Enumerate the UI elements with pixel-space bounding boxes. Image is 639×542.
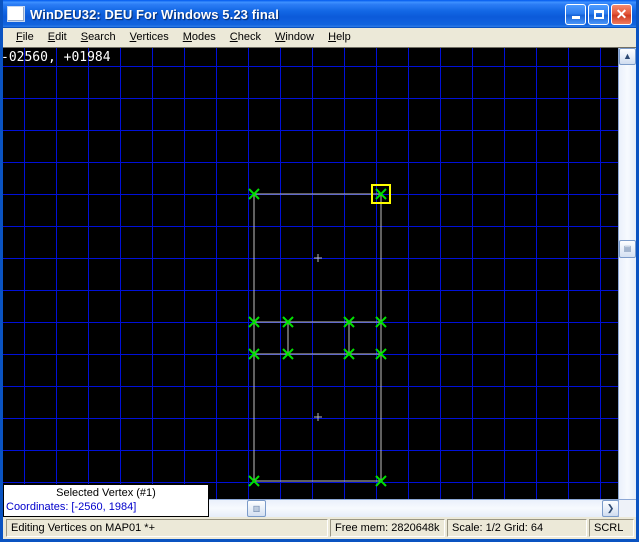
window-title: WinDEU32: DEU For Windows 5.23 final <box>30 6 279 22</box>
map-canvas[interactable]: -02560, +01984 <box>3 48 619 500</box>
application-window: WinDEU32: DEU For Windows 5.23 final ✕ F… <box>0 0 639 542</box>
info-box-coordinates: Coordinates: [-2560, 1984] <box>6 501 137 513</box>
editor-client-area: -02560, +01984 Selected Vertex (#1) Coor… <box>3 47 636 517</box>
scroll-right-button[interactable]: ❯ <box>602 500 619 517</box>
crosshair-icon <box>314 254 322 262</box>
menu-bar: File Edit Search Vertices Modes Check Wi… <box>3 28 636 47</box>
linedefs-group <box>253 193 382 482</box>
chevron-right-icon: ❯ <box>606 503 615 513</box>
status-bar: Editing Vertices on MAP01 *+ Free mem: 2… <box>3 517 636 539</box>
status-scale-grid: Scale: 1/2 Grid: 64 <box>447 519 587 537</box>
selected-vertex-info-box: Selected Vertex (#1) Coordinates: [-2560… <box>3 484 209 517</box>
caption-button-group: ✕ <box>565 3 634 25</box>
status-mode-text: Editing Vertices on MAP01 *+ <box>6 519 328 537</box>
coordinate-readout: -02560, +01984 <box>3 50 111 65</box>
info-box-title: Selected Vertex (#1) <box>56 487 156 499</box>
map-geometry-overlay <box>248 184 391 487</box>
menu-item-search[interactable]: Search <box>74 30 123 44</box>
maximize-icon <box>593 9 604 19</box>
chevron-up-icon: ▲ <box>623 51 632 61</box>
scrollbar-corner <box>618 499 636 517</box>
minimize-button[interactable] <box>565 3 586 25</box>
maximize-button[interactable] <box>588 3 609 25</box>
status-free-memory: Free mem: 2820648k <box>330 519 445 537</box>
status-scroll-lock: SCRL <box>589 519 634 537</box>
vertical-scrollbar-thumb[interactable]: ▤ <box>619 240 636 258</box>
menu-item-file[interactable]: File <box>9 30 41 44</box>
horizontal-scrollbar-thumb[interactable]: ▥ <box>247 500 266 517</box>
menu-item-modes[interactable]: Modes <box>176 30 223 44</box>
crosshairs-group <box>314 254 322 421</box>
menu-item-vertices[interactable]: Vertices <box>123 30 176 44</box>
title-bar[interactable]: WinDEU32: DEU For Windows 5.23 final ✕ <box>3 0 636 28</box>
grip-icon: ▥ <box>252 503 261 513</box>
close-button[interactable]: ✕ <box>611 3 632 25</box>
menu-item-help[interactable]: Help <box>321 30 358 44</box>
minimize-icon <box>571 16 580 19</box>
vertical-scrollbar[interactable]: ▲ ▤ <box>618 48 636 500</box>
close-icon: ✕ <box>615 5 628 22</box>
menu-item-edit[interactable]: Edit <box>41 30 74 44</box>
grip-icon: ▤ <box>623 244 632 253</box>
menu-item-check[interactable]: Check <box>223 30 268 44</box>
app-window-icon <box>7 6 25 22</box>
scroll-up-button[interactable]: ▲ <box>619 48 636 65</box>
crosshair-icon <box>314 413 322 421</box>
menu-item-window[interactable]: Window <box>268 30 321 44</box>
vertices-group <box>248 184 391 487</box>
